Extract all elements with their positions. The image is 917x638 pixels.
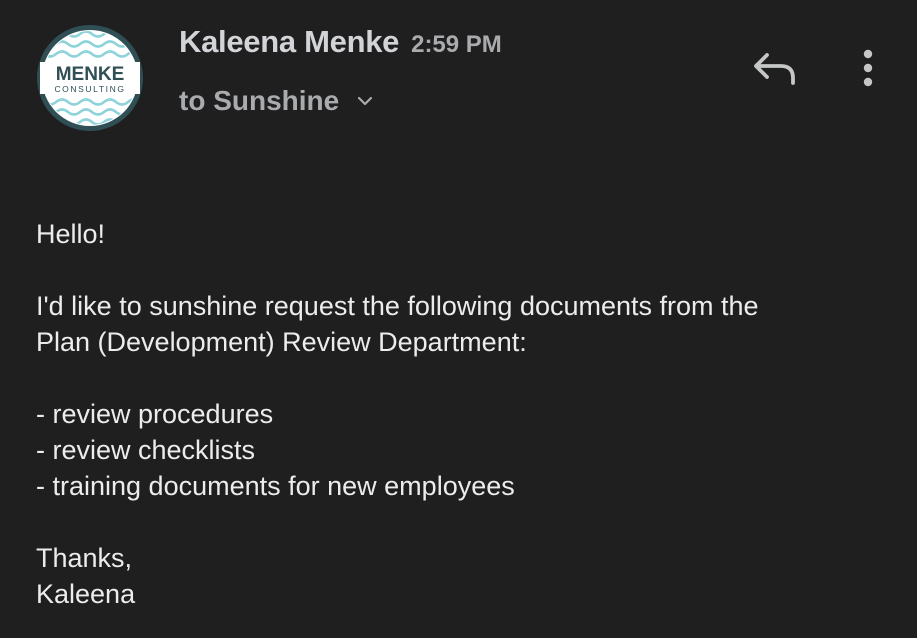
reply-icon bbox=[754, 53, 795, 85]
reply-button[interactable] bbox=[747, 46, 801, 92]
sender-name[interactable]: Kaleena Menke bbox=[179, 24, 399, 60]
sender-line: Kaleena Menke 2:59 PM bbox=[179, 24, 502, 68]
message-body: Hello! I'd like to sunshine request the … bbox=[36, 216, 896, 612]
sent-time: 2:59 PM bbox=[411, 31, 502, 58]
message-header: MENKE CONSULTING Kaleena Menke 2:59 PM t… bbox=[0, 0, 917, 150]
request-line: Plan (Development) Review Department: bbox=[36, 327, 527, 357]
sender-avatar[interactable]: MENKE CONSULTING bbox=[36, 24, 144, 132]
chevron-down-icon bbox=[355, 91, 375, 111]
logo-title: MENKE bbox=[56, 64, 125, 85]
list-item: - review checklists bbox=[36, 435, 256, 465]
greeting-line: Hello! bbox=[36, 219, 106, 249]
more-options-button[interactable] bbox=[850, 44, 886, 94]
list-item: - review procedures bbox=[36, 399, 274, 429]
request-line: I'd like to sunshine request the followi… bbox=[36, 291, 759, 321]
more-vert-icon bbox=[863, 49, 873, 87]
signature-line: Kaleena bbox=[36, 579, 136, 609]
menke-consulting-logo: MENKE CONSULTING bbox=[37, 25, 143, 131]
closing-line: Thanks, bbox=[36, 543, 133, 573]
list-item: - training documents for new employees bbox=[36, 471, 515, 501]
recipient-text: to Sunshine bbox=[179, 85, 340, 116]
logo-subtitle: CONSULTING bbox=[54, 84, 125, 94]
recipient-details-toggle[interactable]: to Sunshine bbox=[179, 80, 375, 122]
